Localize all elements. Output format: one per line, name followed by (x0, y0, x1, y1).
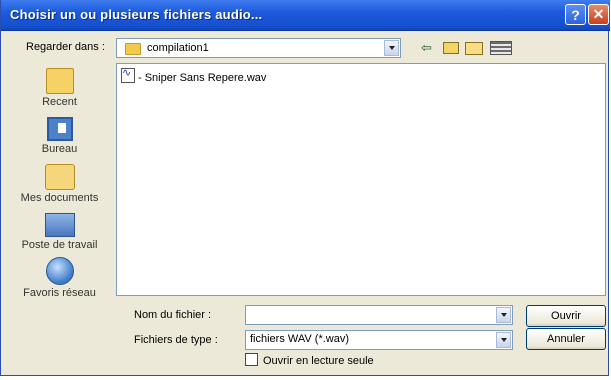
close-button[interactable]: ✕ (588, 4, 609, 25)
place-label: Mes documents (20, 192, 99, 204)
list-item[interactable]: - Sniper Sans Repere.wav (121, 66, 267, 84)
my-computer-icon (44, 213, 75, 237)
place-label: Bureau (41, 143, 78, 155)
read-only-checkbox[interactable] (245, 353, 258, 366)
file-list[interactable]: - Sniper Sans Repere.wav (116, 63, 606, 296)
view-menu-icon[interactable] (490, 41, 512, 55)
folder-icon (125, 43, 141, 55)
wav-file-icon (121, 66, 135, 83)
place-label: Favoris réseau (23, 287, 96, 299)
title-bar[interactable]: Choisir un ou plusieurs fichiers audio..… (1, 0, 610, 31)
chevron-down-icon[interactable] (496, 332, 511, 348)
cancel-button[interactable]: Annuler (526, 328, 606, 350)
read-only-label: Ouvrir en lecture seule (263, 355, 374, 367)
help-button[interactable]: ? (565, 4, 586, 25)
filetype-value: fichiers WAV (*.wav) (250, 333, 350, 345)
filetype-dropdown[interactable]: fichiers WAV (*.wav) (245, 330, 513, 350)
chevron-down-icon[interactable] (384, 40, 399, 56)
file-name: - Sniper Sans Repere.wav (138, 72, 267, 84)
place-label: Poste de travail (21, 239, 98, 251)
back-arrow-icon[interactable]: ⇦ (421, 40, 437, 56)
documents-folder-icon (44, 164, 75, 190)
chevron-down-icon[interactable] (496, 307, 511, 323)
open-button[interactable]: Ouvrir (526, 305, 606, 327)
new-folder-icon[interactable] (465, 42, 483, 55)
up-folder-icon[interactable] (443, 42, 459, 54)
place-recent[interactable]: Recent (11, 68, 108, 108)
filename-label: Nom du fichier : (134, 309, 212, 321)
place-documents[interactable]: Mes documents (11, 164, 108, 204)
recent-folder-icon (45, 68, 74, 94)
look-in-value: compilation1 (147, 42, 209, 54)
filetype-label: Fichiers de type : (134, 334, 218, 346)
look-in-dropdown[interactable]: compilation1 (116, 38, 401, 58)
open-file-dialog: Choisir un ou plusieurs fichiers audio..… (0, 0, 610, 376)
places-bar: Recent Bureau Mes documents Poste de tra… (11, 60, 108, 358)
place-label: Recent (42, 96, 77, 108)
place-desktop[interactable]: Bureau (11, 117, 108, 155)
filename-field[interactable] (245, 305, 513, 325)
desktop-icon (46, 117, 73, 141)
read-only-option[interactable]: Ouvrir en lecture seule (245, 353, 374, 367)
network-icon (45, 257, 74, 285)
place-my-computer[interactable]: Poste de travail (11, 213, 108, 251)
place-network[interactable]: Favoris réseau (11, 257, 108, 299)
window-title: Choisir un ou plusieurs fichiers audio..… (10, 7, 263, 22)
look-in-label: Regarder dans : (26, 41, 105, 53)
